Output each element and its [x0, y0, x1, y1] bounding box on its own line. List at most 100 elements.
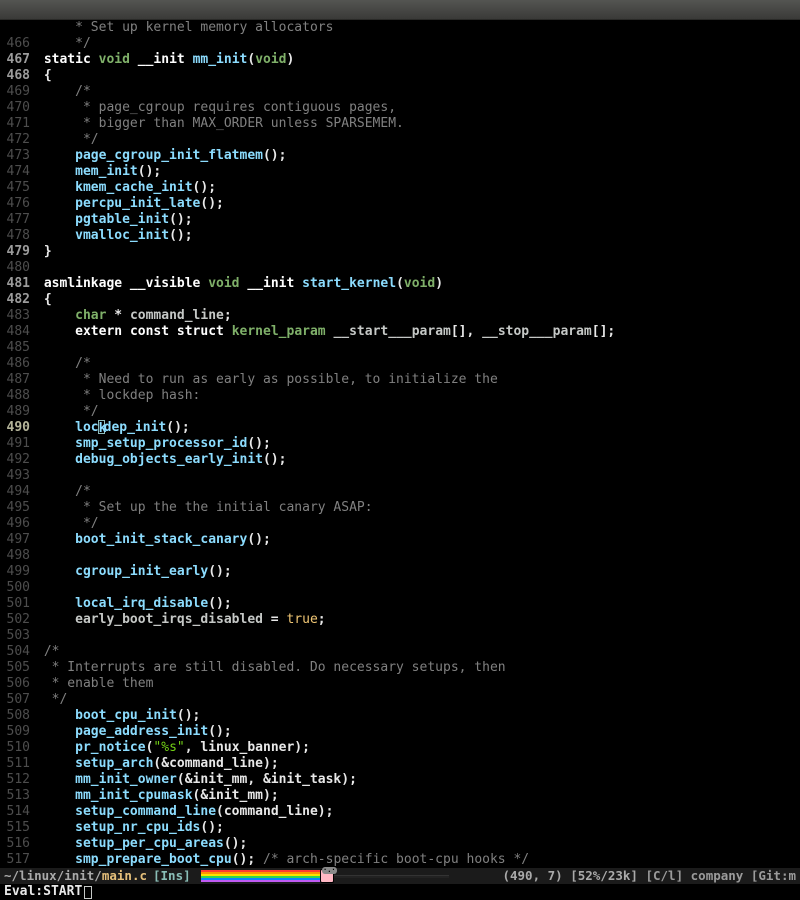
code-line[interactable]: 472 */: [0, 132, 800, 148]
code-text: * enable them: [36, 676, 153, 692]
code-line[interactable]: 484 extern const struct kernel_param __s…: [0, 324, 800, 340]
code-line[interactable]: 513 mm_init_cpumask(&init_mm);: [0, 788, 800, 804]
code-text: * bigger than MAX_ORDER unless SPARSEMEM…: [36, 116, 404, 132]
code-text: {: [36, 68, 52, 84]
code-line[interactable]: 498: [0, 548, 800, 564]
line-number: 514: [0, 804, 36, 820]
code-line[interactable]: 486 /*: [0, 356, 800, 372]
line-number: 512: [0, 772, 36, 788]
nyan-track: [334, 875, 449, 878]
code-text: char * command_line;: [36, 308, 232, 324]
code-line[interactable]: 489 */: [0, 404, 800, 420]
code-line[interactable]: 501 local_irq_disable();: [0, 596, 800, 612]
code-text: kmem_cache_init();: [36, 180, 216, 196]
code-text: asmlinkage __visible void __init start_k…: [36, 276, 443, 292]
code-line[interactable]: 468 {: [0, 68, 800, 84]
code-text: smp_prepare_boot_cpu(); /* arch-specific…: [36, 852, 529, 868]
line-number: 517: [0, 852, 36, 868]
code-line[interactable]: 515 setup_nr_cpu_ids();: [0, 820, 800, 836]
code-line[interactable]: 504 /*: [0, 644, 800, 660]
code-line[interactable]: 470 * page_cgroup requires contiguous pa…: [0, 100, 800, 116]
code-line[interactable]: 480: [0, 260, 800, 276]
code-line[interactable]: 477 pgtable_init();: [0, 212, 800, 228]
line-number: 503: [0, 628, 36, 644]
code-line[interactable]: 510 pr_notice("%s", linux_banner);: [0, 740, 800, 756]
code-line[interactable]: 506 * enable them: [0, 676, 800, 692]
code-line[interactable]: 503: [0, 628, 800, 644]
code-text: local_irq_disable();: [36, 596, 232, 612]
code-line[interactable]: 502 early_boot_irqs_disabled = true;: [0, 612, 800, 628]
line-number: 467: [0, 52, 36, 68]
code-line[interactable]: 497 boot_init_stack_canary();: [0, 532, 800, 548]
line-number: 470: [0, 100, 36, 116]
line-number: 500: [0, 580, 36, 596]
line-number: 486: [0, 356, 36, 372]
window-titlebar[interactable]: [0, 0, 800, 20]
modeline-position: (490, 7): [502, 868, 562, 884]
line-number: 502: [0, 612, 36, 628]
code-text: percpu_init_late();: [36, 196, 224, 212]
code-line[interactable]: 467 static void __init mm_init(void): [0, 52, 800, 68]
code-line[interactable]: 493: [0, 468, 800, 484]
line-number: 466: [0, 36, 36, 52]
code-line[interactable]: 469 /*: [0, 84, 800, 100]
code-line[interactable]: 487 * Need to run as early as possible, …: [0, 372, 800, 388]
minibuffer-input[interactable]: START: [43, 884, 82, 900]
code-line[interactable]: 500: [0, 580, 800, 596]
code-editor[interactable]: * Set up kernel memory allocators466 */4…: [0, 20, 800, 868]
minibuffer-cursor: [84, 886, 92, 899]
code-line[interactable]: 479 }: [0, 244, 800, 260]
code-line[interactable]: 483 char * command_line;: [0, 308, 800, 324]
code-text: */: [36, 404, 99, 420]
code-line[interactable]: 473 page_cgroup_init_flatmem();: [0, 148, 800, 164]
code-line[interactable]: 474 mem_init();: [0, 164, 800, 180]
code-line[interactable]: 499 cgroup_init_early();: [0, 564, 800, 580]
code-line[interactable]: 517 smp_prepare_boot_cpu(); /* arch-spec…: [0, 852, 800, 868]
code-line[interactable]: 496 */: [0, 516, 800, 532]
code-line[interactable]: 478 vmalloc_init();: [0, 228, 800, 244]
line-number: 478: [0, 228, 36, 244]
code-line[interactable]: 481 asmlinkage __visible void __init sta…: [0, 276, 800, 292]
code-line[interactable]: * Set up kernel memory allocators: [0, 20, 800, 36]
code-line[interactable]: 511 setup_arch(&command_line);: [0, 756, 800, 772]
code-line[interactable]: 492 debug_objects_early_init();: [0, 452, 800, 468]
line-number: 483: [0, 308, 36, 324]
code-line[interactable]: 516 setup_per_cpu_areas();: [0, 836, 800, 852]
code-line[interactable]: 507 */: [0, 692, 800, 708]
line-number: [0, 20, 36, 36]
code-line[interactable]: 508 boot_cpu_init();: [0, 708, 800, 724]
code-line[interactable]: 494 /*: [0, 484, 800, 500]
code-text: setup_per_cpu_areas();: [36, 836, 247, 852]
code-text: setup_arch(&command_line);: [36, 756, 279, 772]
code-line[interactable]: 466 */: [0, 36, 800, 52]
code-line[interactable]: 488 * lockdep hash:: [0, 388, 800, 404]
line-number: 479: [0, 244, 36, 260]
line-number: 471: [0, 116, 36, 132]
code-line[interactable]: 476 percpu_init_late();: [0, 196, 800, 212]
code-line[interactable]: 485: [0, 340, 800, 356]
code-text: smp_setup_processor_id();: [36, 436, 271, 452]
code-line[interactable]: 505 * Interrupts are still disabled. Do …: [0, 660, 800, 676]
code-text: /*: [36, 356, 91, 372]
line-number: 508: [0, 708, 36, 724]
code-text: */: [36, 36, 91, 52]
code-text: */: [36, 516, 99, 532]
line-number: 497: [0, 532, 36, 548]
code-line[interactable]: 514 setup_command_line(command_line);: [0, 804, 800, 820]
code-text: boot_init_stack_canary();: [36, 532, 271, 548]
line-number: 477: [0, 212, 36, 228]
line-number: 493: [0, 468, 36, 484]
minibuffer[interactable]: Eval: START: [0, 884, 800, 900]
code-line[interactable]: 482 {: [0, 292, 800, 308]
code-text: /*: [36, 84, 91, 100]
code-line[interactable]: 471 * bigger than MAX_ORDER unless SPARS…: [0, 116, 800, 132]
code-line[interactable]: 509 page_address_init();: [0, 724, 800, 740]
code-line[interactable]: 490 lockdep_init();: [0, 420, 800, 436]
code-line[interactable]: 491 smp_setup_processor_id();: [0, 436, 800, 452]
code-line[interactable]: 512 mm_init_owner(&init_mm, &init_task);: [0, 772, 800, 788]
nyan-cat-progress: [201, 870, 449, 882]
code-text: vmalloc_init();: [36, 228, 193, 244]
code-line[interactable]: 475 kmem_cache_init();: [0, 180, 800, 196]
code-line[interactable]: 495 * Set up the the initial canary ASAP…: [0, 500, 800, 516]
line-number: 491: [0, 436, 36, 452]
